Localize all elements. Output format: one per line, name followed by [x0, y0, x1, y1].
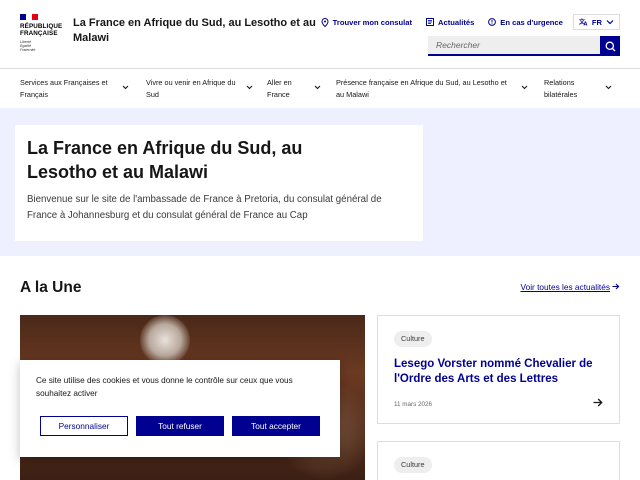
- news-card-title[interactable]: Lesego Vorster nommé Chevalier de l'Ordr…: [394, 357, 612, 387]
- find-consulate-label: Trouver mon consulat: [332, 17, 412, 27]
- logo-motto: Liberté Égalité Fraternité: [20, 40, 66, 52]
- site-header: RÉPUBLIQUE FRANÇAISE Liberté Égalité Fra…: [0, 0, 640, 68]
- nav-item-presence[interactable]: Présence française en Afrique du Sud, au…: [336, 77, 532, 101]
- nav-item-label: Aller en France: [267, 78, 292, 99]
- language-code: FR: [591, 17, 602, 27]
- site-title[interactable]: La France en Afrique du Sud, au Lesotho …: [73, 16, 323, 46]
- chevron-down-icon: [605, 85, 612, 90]
- news-label: Actualités: [438, 17, 475, 27]
- chevron-down-icon: [246, 85, 253, 90]
- translate-icon: 文A: [579, 18, 588, 26]
- nav-item-label: Relations bilatérales: [544, 78, 578, 99]
- chevron-down-icon: [122, 85, 129, 90]
- emergency-link[interactable]: En cas d'urgence: [488, 18, 563, 27]
- image-detail: [140, 315, 190, 365]
- customize-cookies-button[interactable]: Personnaliser: [40, 416, 128, 436]
- news-card-date: 11 mars 2026: [394, 401, 433, 408]
- hero-section: La France en Afrique du Sud, au Lesotho …: [0, 108, 640, 256]
- search-icon: [605, 41, 615, 51]
- section-title: A la Une: [20, 279, 82, 296]
- logo-line2: FRANÇAISE: [20, 30, 58, 37]
- refuse-all-cookies-button[interactable]: Tout refuser: [136, 416, 224, 436]
- flag-icon: [20, 14, 38, 20]
- cookie-message: Ce site utilise des cookies et vous donn…: [36, 376, 293, 398]
- cookie-banner: Ce site utilise des cookies et vous donn…: [20, 360, 340, 457]
- nav-item-france[interactable]: Aller en France: [267, 77, 327, 101]
- news-card[interactable]: Culture: [377, 441, 620, 480]
- map-pin-icon: [321, 17, 329, 27]
- search-bar: [428, 36, 620, 56]
- alert-circle-icon: [488, 18, 497, 26]
- news-card[interactable]: Culture Lesego Vorster nommé Chevalier d…: [377, 315, 620, 424]
- republique-francaise-logo[interactable]: RÉPUBLIQUE FRANÇAISE Liberté Égalité Fra…: [20, 14, 66, 52]
- arrow-right-icon: [612, 283, 620, 290]
- header-tools: Trouver mon consulat Actualités En cas d…: [307, 14, 620, 30]
- nav-item-label: Présence française en Afrique du Sud, au…: [336, 78, 507, 99]
- arrow-right-icon: [593, 398, 603, 407]
- nav-item-label: Services aux Françaises et Français: [20, 78, 108, 99]
- nav-item-living[interactable]: Vivre ou venir en Afrique du Sud: [146, 77, 256, 101]
- search-input[interactable]: [428, 36, 600, 56]
- search-button[interactable]: [600, 36, 620, 56]
- see-all-news-link[interactable]: Voir toutes les actualités: [521, 282, 610, 292]
- chevron-down-icon: [314, 85, 321, 90]
- news-link[interactable]: Actualités: [426, 18, 474, 27]
- chevron-down-icon: [606, 20, 614, 25]
- nav-item-relations[interactable]: Relations bilatérales: [544, 77, 620, 101]
- svg-text:A: A: [583, 22, 587, 27]
- category-tag: Culture: [394, 457, 432, 473]
- page-title: La France en Afrique du Sud, au Lesotho …: [27, 138, 303, 182]
- nav-item-label: Vivre ou venir en Afrique du Sud: [146, 78, 236, 99]
- language-selector[interactable]: 文A FR: [572, 14, 620, 30]
- main-navigation: Services aux Françaises et Français Vivr…: [0, 68, 640, 108]
- logo-line1: RÉPUBLIQUE: [20, 23, 63, 30]
- motto-fraternite: Fraternité: [20, 48, 36, 52]
- accept-all-cookies-button[interactable]: Tout accepter: [232, 416, 320, 436]
- hero-description: Bienvenue sur le site de l'ambassade de …: [27, 194, 382, 221]
- hero-card: La France en Afrique du Sud, au Lesotho …: [15, 125, 423, 241]
- find-consulate-link[interactable]: Trouver mon consulat: [321, 17, 412, 27]
- nav-item-services[interactable]: Services aux Françaises et Français: [20, 77, 132, 101]
- emergency-label: En cas d'urgence: [500, 17, 563, 27]
- newspaper-icon: [426, 18, 434, 26]
- category-tag: Culture: [394, 331, 432, 347]
- chevron-down-icon: [521, 85, 528, 90]
